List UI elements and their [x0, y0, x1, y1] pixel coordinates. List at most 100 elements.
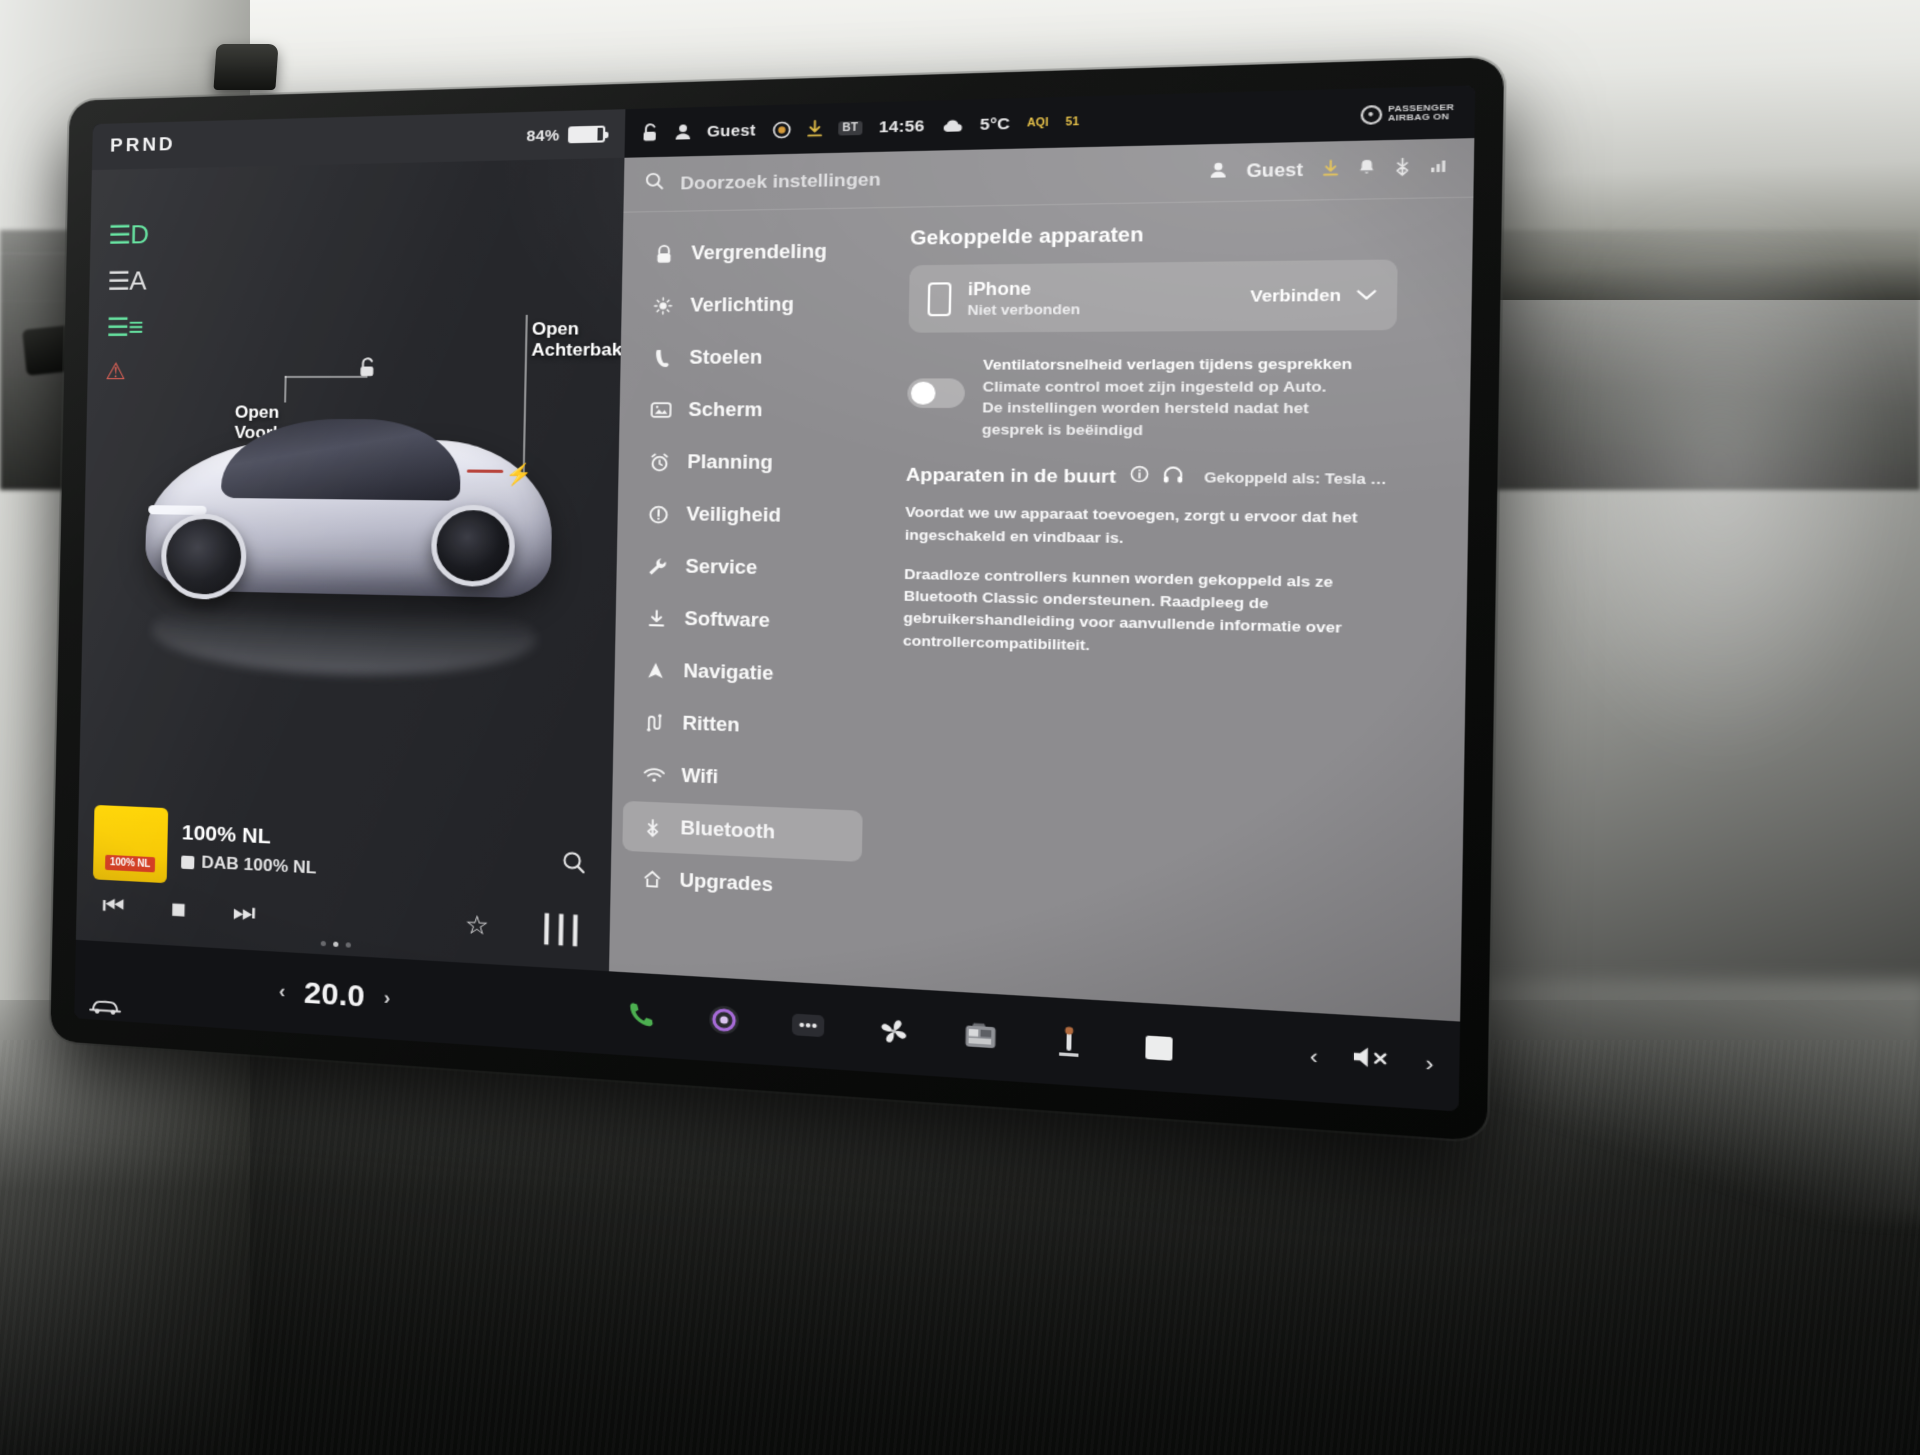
sidebar-item-verlichting[interactable]: Verlichting — [632, 279, 872, 331]
sidebar-label: Upgrades — [679, 869, 774, 896]
volume-mute-icon[interactable] — [1351, 1043, 1392, 1080]
sidebar-item-ritten[interactable]: Ritten — [624, 697, 864, 756]
sidebar-item-scherm[interactable]: Scherm — [630, 385, 870, 436]
connect-button[interactable]: Verbinden — [1250, 286, 1341, 306]
sidebar-item-vergrendeling[interactable]: Vergrendeling — [633, 226, 873, 280]
gear-indicator-prnd: PRND — [109, 133, 176, 157]
volume-controls[interactable]: ‹ › — [1310, 1040, 1460, 1084]
sidebar-item-software[interactable]: Software — [626, 593, 866, 649]
seat-icon — [649, 348, 674, 367]
paired-device-actions[interactable]: Verbinden — [1250, 285, 1377, 306]
nearby-devices-title: Apparaten in de buurt — [905, 464, 1117, 487]
dab-source-icon — [181, 854, 195, 869]
temp-value[interactable]: 20.0 — [304, 976, 365, 1015]
bluetooth-settings-content: Gekoppelde apparaten iPhone Niet verbond… — [871, 198, 1473, 1022]
aqi-label: AQI — [1026, 116, 1049, 130]
screen-bezel: PRND 84% Guest BT 14:56 5°C AQI 51 ● PAS… — [50, 56, 1505, 1142]
person-icon[interactable] — [674, 123, 691, 140]
seat-heater-icon[interactable] — [1045, 1018, 1094, 1066]
volume-previous-button[interactable]: ‹ — [1310, 1045, 1318, 1071]
window-icon[interactable] — [1134, 1024, 1184, 1072]
voice-assistant-icon[interactable] — [701, 997, 747, 1043]
callout-frunk-leader-h — [284, 375, 368, 378]
sidebar-item-service[interactable]: Service — [627, 541, 867, 596]
car-visualization-panel[interactable]: ☰D ☰A ☰≡ ⚠ Open Voorbak Open Achterbak — [75, 157, 625, 972]
bell-icon[interactable] — [1358, 158, 1375, 181]
fog-light-icon: ☰≡ — [106, 311, 143, 343]
navigation-arrow-icon — [643, 661, 668, 680]
next-track-button[interactable]: ⏭ — [232, 897, 256, 928]
chevron-down-icon[interactable] — [1356, 285, 1377, 305]
equalizer-button[interactable]: ┃┃┃ — [538, 913, 581, 947]
sidebar-item-bluetooth[interactable]: Bluetooth — [622, 800, 863, 862]
search-input[interactable]: Doorzoek instellingen — [680, 162, 1192, 194]
download-icon[interactable] — [807, 120, 822, 138]
search-icon[interactable] — [560, 848, 593, 882]
sidebar-item-stoelen[interactable]: Stoelen — [631, 332, 871, 383]
climate-control-group[interactable]: ‹ 20.0 › — [75, 962, 609, 1031]
passenger-airbag-indicator: ● PASSENGER AIRBAG ON — [1359, 101, 1454, 125]
download-icon — [644, 609, 669, 628]
callout-trunk-line1: Open — [531, 318, 580, 339]
stop-button[interactable]: ■ — [170, 894, 186, 924]
album-art: 100% NL — [92, 804, 169, 884]
temp-decrease-button[interactable]: ‹ — [279, 981, 286, 1004]
dashcam-icon[interactable] — [771, 120, 791, 139]
bluetooth-icon[interactable] — [1395, 156, 1409, 181]
apps-icon[interactable] — [785, 1002, 832, 1048]
album-art-label: 100% NL — [104, 854, 156, 873]
cloud-icon — [941, 118, 964, 133]
settings-nav-list[interactable]: Vergrendeling Verlichting Stoelen Scherm… — [609, 208, 885, 987]
media-title: 100% NL — [181, 820, 272, 849]
download-icon[interactable] — [1323, 159, 1339, 182]
nearby-devices-header: Apparaten in de buurt Gekoppeld als: Tes… — [906, 464, 1438, 492]
wifi-icon — [641, 767, 666, 783]
paired-device-name: iPhone — [967, 279, 1032, 300]
unlocked-icon[interactable] — [642, 123, 659, 142]
signal-icon[interactable] — [1430, 157, 1451, 179]
volume-next-button[interactable]: › — [1425, 1052, 1434, 1078]
tesla-touchscreen[interactable]: PRND 84% Guest BT 14:56 5°C AQI 51 ● PAS… — [74, 85, 1476, 1112]
settings-panel[interactable]: Doorzoek instellingen Guest Vergrendelin… — [609, 138, 1475, 1022]
paired-device-row[interactable]: iPhone Niet verbonden Verbinden — [908, 259, 1398, 333]
fan-speed-toggle[interactable] — [907, 378, 966, 408]
profile-name-label[interactable]: Guest — [707, 121, 756, 140]
fan-speed-texts: Ventilatorsnelheid verlagen tijdens gesp… — [982, 353, 1353, 442]
sidebar-item-navigatie[interactable]: Navigatie — [625, 645, 865, 702]
fan-icon[interactable] — [870, 1007, 917, 1054]
seatbelt-warning-icon: ⚠ — [105, 358, 126, 385]
previous-track-button[interactable]: ⏮ — [102, 890, 125, 920]
search-icon — [644, 171, 666, 198]
phone-icon[interactable] — [619, 992, 664, 1037]
battery-icon — [567, 125, 606, 144]
favorite-button[interactable]: ☆ — [465, 909, 490, 942]
media-subtitle-row: DAB 100% NL — [181, 851, 317, 878]
sidebar-item-wifi[interactable]: Wifi — [623, 749, 863, 809]
info-icon[interactable] — [1129, 465, 1149, 489]
paired-device-status: Niet verbonden — [967, 300, 1081, 318]
sidebar-item-planning[interactable]: Planning — [629, 437, 869, 489]
paired-device-info: iPhone Niet verbonden — [967, 278, 1081, 318]
charge-port-indicator-line — [466, 469, 504, 473]
low-beam-icon: ☰D — [107, 219, 149, 250]
sidebar-item-veiligheid[interactable]: Veiligheid — [628, 489, 868, 542]
page-dot — [345, 942, 351, 948]
paired-as-label: Gekoppeld als: Tesla … — [1203, 469, 1388, 488]
callout-open-trunk[interactable]: Open Achterbak — [531, 318, 622, 360]
headphones-icon[interactable] — [1162, 466, 1183, 490]
bluetooth-chip-label: BT — [837, 120, 863, 136]
charge-bolt-icon: ⚡ — [505, 463, 533, 487]
sidebar-label: Scherm — [688, 398, 763, 421]
temp-increase-button[interactable]: › — [383, 987, 390, 1010]
airbag-line2: AIRBAG ON — [1387, 111, 1450, 124]
temperature-stepper[interactable]: ‹ 20.0 › — [279, 974, 391, 1016]
person-icon[interactable] — [1209, 161, 1227, 184]
camera-icon[interactable] — [957, 1013, 1005, 1060]
settings-account-name[interactable]: Guest — [1246, 161, 1303, 182]
lock-icon — [651, 244, 676, 263]
fan-speed-setting-row[interactable]: Ventilatorsnelheid verlagen tijdens gesp… — [907, 353, 1422, 442]
media-metadata: 100% NL DAB 100% NL — [181, 821, 317, 879]
sidebar-item-upgrades[interactable]: Upgrades — [621, 853, 861, 915]
car-icon[interactable] — [88, 990, 122, 1023]
sidebar-label: Stoelen — [689, 346, 763, 368]
